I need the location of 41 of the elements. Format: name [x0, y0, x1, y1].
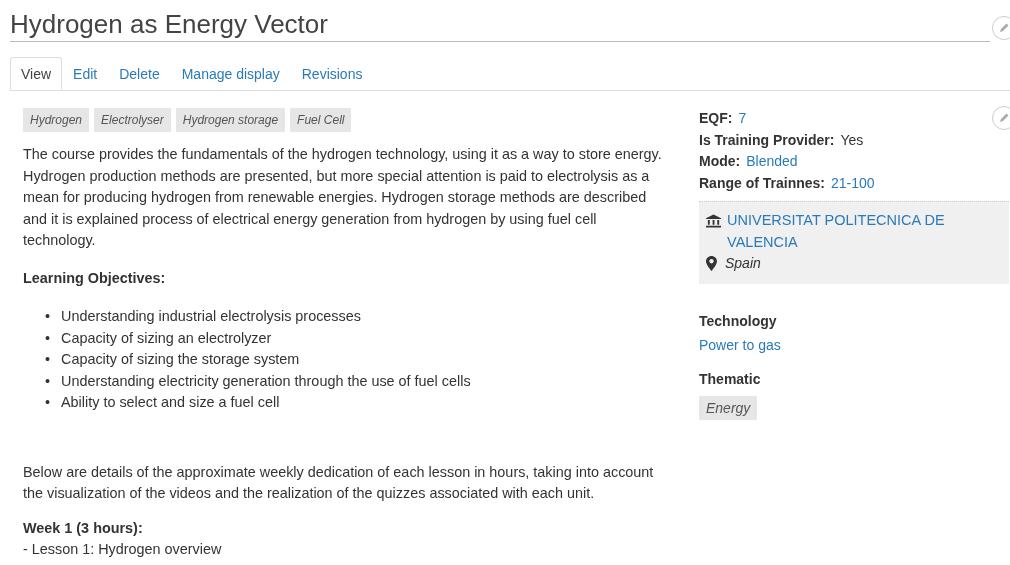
tag[interactable]: Electrolyser: [94, 108, 171, 132]
week-heading: Week 1 (3 hours):: [23, 518, 144, 538]
field-label: Range of Trainnes:: [699, 173, 826, 193]
section-heading: Learning Objectives:: [23, 268, 167, 288]
provider-link[interactable]: UNIVERSITAT POLITECNICA DE VALENCIA: [727, 210, 1002, 253]
tag[interactable]: Hydrogen storage: [175, 108, 286, 132]
location-pin-icon: [706, 256, 717, 271]
field-label: Is Training Provider:: [699, 130, 835, 150]
tab[interactable]: View: [10, 57, 63, 90]
field-link[interactable]: 7: [738, 108, 747, 130]
objective-item: Understanding electricity generation through the use of fuel cells: [61, 371, 471, 391]
institution-icon: [706, 214, 722, 228]
field-label: EQF:: [699, 109, 733, 128]
page-title: Hydrogen as Energy Vector: [10, 9, 328, 39]
list-bullet: •: [45, 328, 51, 348]
lesson-line: - Lesson 1: Hydrogen overview: [23, 540, 223, 559]
edit-button[interactable]: [992, 16, 1010, 40]
tag[interactable]: Hydrogen: [23, 108, 90, 132]
section-heading: Thematic: [699, 369, 762, 389]
tag[interactable]: Energy: [699, 396, 758, 420]
tag[interactable]: Fuel Cell: [290, 108, 352, 132]
list-bullet: •: [45, 307, 51, 326]
list-bullet: •: [45, 371, 51, 391]
field-link[interactable]: 21-100: [831, 172, 875, 194]
section-heading: Technology: [699, 311, 778, 331]
field-label: Mode:: [699, 152, 741, 171]
objective-item: Understanding industrial electrolysis processes: [61, 307, 361, 326]
objective-item: Capacity of sizing the storage system: [61, 350, 300, 369]
objective-item: Capacity of sizing an electrolyzer: [61, 328, 272, 348]
technology-link[interactable]: Power to gas: [699, 337, 781, 353]
description: The course provides the fundamentals of the hydrogen technology, using it as a way to store energy. Hydrogen production methods are presented, but more special attention is paid to electrolysis as a mean for producing hydrogen from renewable energies. Hydrogen storage methods are described and it is explained process of electrical energy generation from hydrogen by using fuel cell technology.: [23, 145, 663, 250]
dedication-paragraph: Below are details of the approximate weekly dedication of each lesson in hours, taking into account the visualization of the videos and the realization of the quizzes associated with each unit.: [23, 462, 655, 503]
edit-button[interactable]: [992, 106, 1010, 130]
list-bullet: •: [45, 393, 51, 412]
list-bullet: •: [45, 350, 51, 369]
objective-item: Ability to select and size a fuel cell: [61, 393, 280, 412]
field-link[interactable]: Blended: [746, 151, 798, 173]
field-value: Yes: [840, 130, 864, 150]
pencil-icon: [998, 22, 1010, 34]
country-text: Spain: [725, 254, 761, 273]
pencil-icon: [998, 112, 1010, 124]
